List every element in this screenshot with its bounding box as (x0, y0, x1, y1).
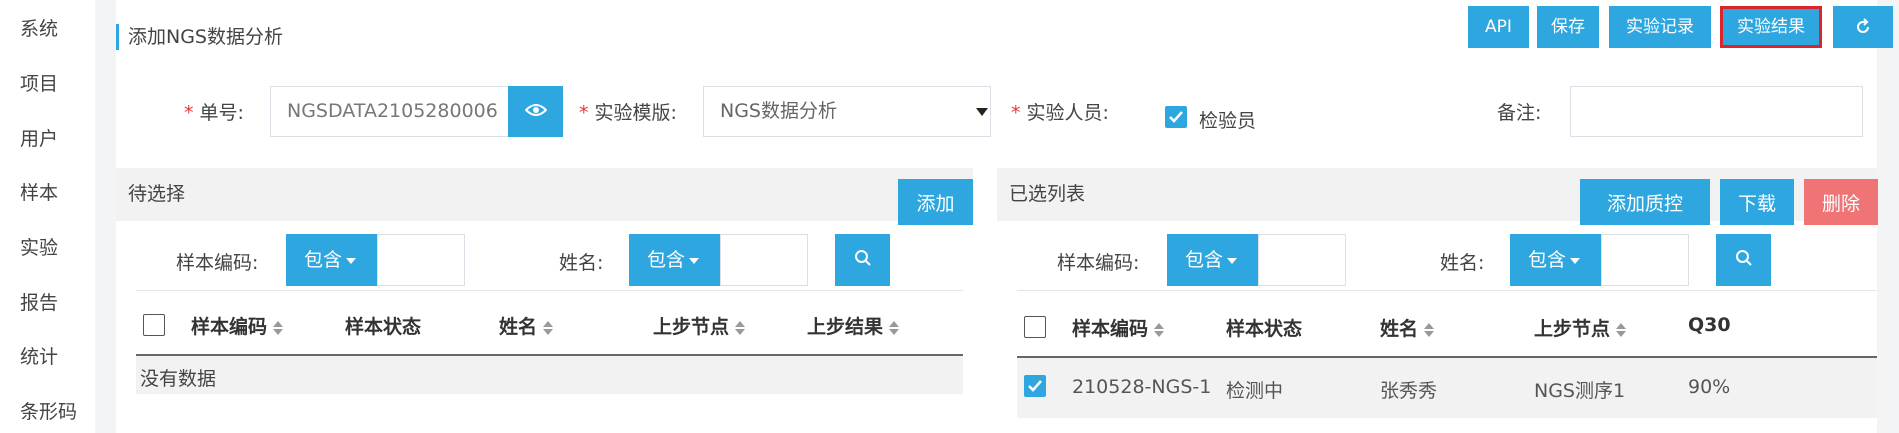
selected-name-filter-label: 姓名: (1440, 252, 1485, 274)
selected-title: 已选列表 (1009, 183, 1086, 205)
pending-code-mode-dropdown[interactable]: 包含 (286, 234, 377, 286)
pending-code-input[interactable] (377, 234, 465, 286)
row-q30: 90% (1688, 376, 1731, 398)
nav-item-barcode[interactable]: 条形码 (20, 397, 77, 424)
experiment-result-button[interactable]: 实验结果 (1720, 6, 1822, 48)
selected-select-all-checkbox[interactable] (1024, 316, 1046, 338)
selected-col-name[interactable]: 姓名 (1380, 314, 1435, 341)
delete-button[interactable]: 删除 (1804, 179, 1878, 225)
sort-icon (1424, 322, 1435, 337)
row-sample-status: 检测中 (1226, 380, 1284, 402)
template-select[interactable]: NGS数据分析 (703, 86, 991, 137)
sort-icon (543, 320, 554, 335)
save-button[interactable]: 保存 (1537, 6, 1599, 48)
order-number-field[interactable]: NGSDATA2105280006 (270, 86, 509, 137)
chevron-down-icon (976, 108, 988, 116)
pending-col-prev-node[interactable]: 上步节点 (653, 312, 746, 339)
nav-item-report[interactable]: 报告 (20, 288, 58, 315)
note-input[interactable] (1570, 86, 1863, 137)
add-qc-button[interactable]: 添加质控 (1580, 179, 1710, 225)
order-label: * 单号: (184, 102, 244, 124)
download-button[interactable]: 下载 (1720, 179, 1794, 225)
person-checkbox[interactable] (1165, 106, 1187, 128)
pending-name-filter-label: 姓名: (559, 252, 604, 274)
pending-col-prev-result[interactable]: 上步结果 (807, 312, 900, 339)
pending-title: 待选择 (128, 183, 186, 205)
caret-down-icon (1227, 257, 1238, 264)
pending-col-status: 样本状态 (345, 316, 422, 338)
nav-item-system[interactable]: 系统 (20, 14, 58, 41)
eye-icon (524, 104, 547, 116)
selected-code-input[interactable] (1258, 234, 1346, 286)
person-name: 检验员 (1199, 110, 1257, 132)
sort-icon (273, 320, 284, 335)
caret-down-icon (689, 257, 700, 264)
main-panel: 添加NGS数据分析 API 保存 实验记录 实验结果 * 单号: NGSDATA2… (116, 0, 1893, 433)
pending-col-name[interactable]: 姓名 (499, 312, 554, 339)
selected-col-q30: Q30 (1688, 314, 1731, 336)
selected-col-prev-node[interactable]: 上步节点 (1534, 314, 1627, 341)
refresh-button[interactable] (1833, 6, 1893, 48)
nav-item-experiment[interactable]: 实验 (20, 233, 58, 260)
nav-item-project[interactable]: 项目 (20, 69, 58, 96)
selected-col-status: 样本状态 (1226, 318, 1303, 340)
row-sample-code: 210528-NGS-1 (1072, 376, 1212, 398)
add-button[interactable]: 添加 (898, 179, 973, 225)
experiment-record-button[interactable]: 实验记录 (1609, 6, 1711, 48)
selected-code-filter-label: 样本编码: (1057, 252, 1140, 274)
divider (136, 290, 963, 291)
row-name: 张秀秀 (1380, 380, 1438, 402)
selected-col-code[interactable]: 样本编码 (1072, 314, 1165, 341)
person-label: * 实验人员: (1011, 102, 1109, 124)
nav-item-sample[interactable]: 样本 (20, 178, 58, 205)
pending-code-filter-label: 样本编码: (176, 252, 259, 274)
row-prev-node: NGS测序1 (1534, 380, 1626, 402)
search-icon (1735, 249, 1752, 266)
caret-down-icon (1570, 257, 1581, 264)
nav-item-user[interactable]: 用户 (20, 124, 58, 151)
pending-select-all-checkbox[interactable] (143, 314, 165, 336)
row-checkbox[interactable] (1024, 375, 1046, 397)
selected-name-mode-dropdown[interactable]: 包含 (1510, 234, 1601, 286)
pending-header: 待选择 (116, 168, 973, 221)
api-button[interactable]: API (1468, 6, 1529, 48)
sort-icon (1616, 322, 1627, 337)
pending-name-mode-dropdown[interactable]: 包含 (629, 234, 720, 286)
pending-search-button[interactable] (835, 234, 890, 286)
selected-code-mode-dropdown[interactable]: 包含 (1167, 234, 1258, 286)
check-icon (1169, 111, 1183, 123)
sort-icon (735, 320, 746, 335)
selected-search-button[interactable] (1716, 234, 1771, 286)
pending-empty-row (136, 356, 963, 394)
check-icon (1028, 380, 1042, 392)
selected-name-input[interactable] (1601, 234, 1689, 286)
refresh-icon (1857, 18, 1869, 33)
note-label: 备注: (1497, 102, 1542, 124)
nav-item-statistics[interactable]: 统计 (20, 342, 58, 369)
pending-col-code[interactable]: 样本编码 (191, 312, 284, 339)
side-nav: 系统 项目 用户 样本 实验 报告 统计 条形码 (0, 0, 95, 433)
view-order-button[interactable] (508, 86, 563, 137)
template-label: * 实验模版: (579, 102, 677, 124)
caret-down-icon (346, 257, 357, 264)
search-icon (854, 249, 871, 266)
pending-empty-text: 没有数据 (140, 368, 217, 390)
page-title: 添加NGS数据分析 (116, 24, 283, 50)
pending-name-input[interactable] (720, 234, 808, 286)
divider (1017, 290, 1877, 291)
sort-icon (1154, 322, 1165, 337)
sort-icon (889, 320, 900, 335)
